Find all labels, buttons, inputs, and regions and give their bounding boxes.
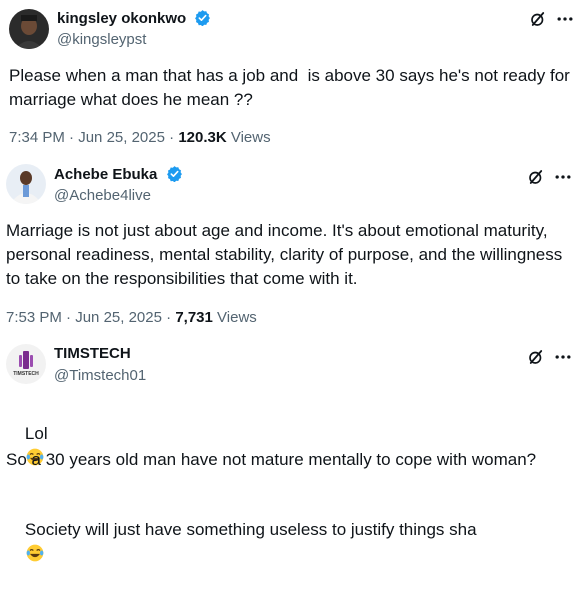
more-icon[interactable] [555, 9, 575, 29]
views-label: Views [230, 129, 271, 146]
grok-icon[interactable] [527, 168, 545, 186]
separator: · [69, 129, 75, 146]
post-date[interactable]: Jun 25, 2025 [78, 129, 165, 146]
grok-icon[interactable] [529, 10, 547, 28]
post-line-3: Society will just have something useless… [6, 494, 580, 590]
author-handle[interactable]: @Timstech01 [54, 367, 146, 384]
post-text: Please when a man that has a job and is … [9, 66, 575, 109]
post-time[interactable]: 7:34 PM [9, 129, 65, 146]
verified-badge-icon [195, 10, 211, 26]
post-2[interactable]: Achebe Ebuka @Achebe4live Marriage is no… [0, 152, 584, 332]
avatar-timstech[interactable]: TIMSTECH [6, 344, 46, 384]
avatar-text: TIMSTECH [13, 371, 39, 377]
post-time[interactable]: 7:53 PM [6, 309, 62, 326]
views-label: Views [217, 309, 257, 326]
more-icon[interactable] [553, 167, 573, 187]
author-name[interactable]: TIMSTECH [54, 345, 131, 362]
verified-badge-icon [166, 166, 182, 182]
author-name[interactable]: kingsley okonkwo [57, 9, 211, 27]
post-meta: 7:34 PM · Jun 25, 2025 · 120.3K Views [9, 129, 271, 146]
post-3[interactable]: TIMSTECH TIMSTECH @Timstech01 Lol So a 3… [0, 332, 584, 562]
post-meta: 7:53 PM · Jun 25, 2025 · 7,731 Views [6, 309, 257, 326]
avatar-achebe[interactable] [6, 164, 46, 204]
separator: · [169, 129, 175, 146]
post-line-2: So a 30 years old man have not mature me… [6, 450, 537, 469]
avatar-kingsley[interactable] [9, 9, 49, 49]
more-icon[interactable] [553, 347, 573, 367]
face-with-tears-of-joy-icon [26, 544, 44, 562]
views-count: 7,731 [175, 309, 213, 326]
author-name[interactable]: Achebe Ebuka [54, 165, 183, 183]
author-handle[interactable]: @Achebe4live [54, 187, 151, 204]
views-count: 120.3K [178, 129, 227, 146]
post-line-1: Lol [6, 398, 580, 494]
post-date[interactable]: Jun 25, 2025 [75, 309, 162, 326]
post-1[interactable]: kingsley okonkwo @kingsleypst Please whe… [0, 0, 584, 152]
grok-icon[interactable] [527, 348, 545, 366]
separator: · [66, 309, 72, 326]
post-text: Marriage is not just about age and incom… [6, 221, 567, 288]
author-handle[interactable]: @kingsleypst [57, 31, 146, 48]
separator: · [166, 309, 172, 326]
